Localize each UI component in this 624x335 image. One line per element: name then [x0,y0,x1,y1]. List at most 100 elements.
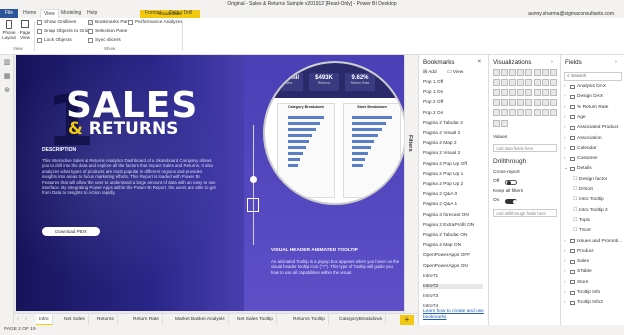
close-icon[interactable]: ✕ [477,59,482,65]
visual-type-icon[interactable] [549,78,557,86]
visual-type-icon[interactable] [533,78,541,86]
visual-type-icon[interactable] [525,68,533,76]
visual-type-icon[interactable] [508,109,516,117]
bookmark-item[interactable]: IntroT1 [423,274,438,279]
bookmark-item[interactable]: OpenPowerApps OFF [423,253,470,258]
bookmark-item[interactable]: Pagina 2 Visual 2 [423,151,460,156]
visual-type-icon[interactable] [541,78,549,86]
field-item[interactable]: › % Return Rate [564,105,608,110]
report-view-icon[interactable]: ▥ [3,59,11,67]
tab-format[interactable]: Format [142,9,164,18]
visual-type-icon[interactable] [517,88,525,96]
bookmark-item[interactable]: Pagina 2 Tabular 2 [423,121,463,126]
visual-type-icon[interactable] [525,78,533,86]
field-item[interactable]: › Associated Product [564,125,618,130]
visual-type-icon[interactable] [492,119,500,127]
field-item[interactable]: › Store [564,280,588,285]
learn-bookmarks-link[interactable]: Learn how to create and use bookmarks [423,309,485,320]
bookmark-item[interactable]: Pop 2 Off [423,100,443,105]
collapse-icon[interactable]: › [615,59,617,65]
visual-type-icon[interactable] [549,109,557,117]
visual-type-icon[interactable] [492,99,500,107]
bookmarks-pane-checkbox[interactable]: ✓ Bookmarks Pane [88,20,132,25]
visual-type-icon[interactable] [508,99,516,107]
fields-search-box[interactable]: ⌕ Search [564,72,622,81]
visual-type-icon[interactable] [492,109,500,117]
field-item[interactable]: › Sales [564,259,589,264]
visual-type-icon[interactable] [525,99,533,107]
visual-type-icon[interactable] [533,88,541,96]
download-pbix-button[interactable]: Download PBIX [42,227,100,236]
visual-type-icon[interactable] [517,68,525,76]
tab-modeling[interactable]: Modeling [58,9,84,18]
visual-type-icon[interactable] [549,88,557,96]
tooltip-icon-box[interactable] [247,198,259,212]
field-item[interactable]: ⌄ Details [564,166,592,171]
bookmark-item[interactable]: Pagina 2 Q&A 0 [423,192,457,197]
visual-type-icon[interactable] [541,88,549,96]
values-drop-field[interactable]: Add data fields here [493,144,557,152]
visual-type-icon[interactable] [508,78,516,86]
visual-type-icon[interactable] [525,88,533,96]
visual-type-icon[interactable] [500,88,508,96]
field-item[interactable]: › Customer [564,156,598,161]
add-bookmark-button[interactable]: ⊞ Add [423,70,437,75]
show-gridlines-checkbox[interactable]: Show Gridlines [37,20,76,25]
visual-type-icon[interactable] [517,78,525,86]
bookmark-item[interactable]: Pagina 2 Pop Up 1 [423,172,463,177]
field-item[interactable]: › Calendar [564,146,596,151]
field-item[interactable]: ☐ Design factor [573,177,607,182]
sync-slicers-checkbox[interactable]: Sync slicers [88,38,121,43]
tab-data-drill[interactable]: Data / Drill [166,9,195,18]
field-item[interactable]: › Analysis DAX [564,84,606,89]
field-item[interactable]: ☐ Topic [573,218,590,223]
collapse-icon[interactable]: › [551,59,553,65]
lock-objects-checkbox[interactable]: Lock Objects [37,38,72,43]
phone-layout-button[interactable]: Phone Layout [2,20,16,40]
bookmark-item[interactable]: Pagina 2 ExtraProfit ON [423,223,474,228]
field-item[interactable]: › Issues and Promoti... [564,239,622,244]
data-view-icon[interactable]: ▦ [3,73,11,81]
visual-type-icon[interactable] [500,68,508,76]
visual-type-icon[interactable] [541,68,549,76]
selection-pane-checkbox[interactable]: Selection Pane [88,29,127,34]
tab-help[interactable]: Help [84,9,100,18]
field-item[interactable]: › Tooltip Info2 [564,300,603,305]
visual-type-icon[interactable] [533,68,541,76]
field-item[interactable]: › Tooltip Info [564,290,600,295]
user-email[interactable]: aunny.sharma@sigmaconsultants.com [528,11,614,17]
filters-pane-collapsed[interactable]: Filters [404,55,418,313]
visual-type-icon[interactable] [500,78,508,86]
performance-analyzer-checkbox[interactable]: Performance Analyzer [128,20,182,25]
tab-view[interactable]: View [40,9,59,18]
field-item[interactable]: › Design DAX [564,94,603,99]
visual-type-icon[interactable] [492,88,500,96]
tab-file[interactable]: File [0,9,18,18]
keep-filters-toggle[interactable] [505,199,517,204]
bookmark-item[interactable]: Pagina 2 Tabular ON [423,233,467,238]
visual-type-icon[interactable] [508,88,516,96]
bookmark-item[interactable]: OpenPowerApps ON [423,264,468,269]
visual-type-icon[interactable] [500,109,508,117]
visual-type-icon[interactable] [541,99,549,107]
field-item[interactable]: › STable [564,269,592,274]
field-item[interactable]: › Association [564,136,602,141]
view-bookmark-button[interactable]: ▭ View [447,70,463,75]
visual-type-icon[interactable] [492,78,500,86]
visual-type-icon[interactable] [549,68,557,76]
page-view-button[interactable]: Page View [18,20,32,40]
snap-to-grid-checkbox[interactable]: Snap Objects to Grid [37,29,89,34]
visual-type-icon[interactable] [533,109,541,117]
visual-type-icon[interactable] [525,109,533,117]
bookmark-item[interactable]: Pagina 2 Pop Up 2 [423,182,463,187]
field-item[interactable]: ☐ Intro Tooltip [573,197,604,202]
bookmark-item[interactable]: Pagina 2 Map ON [423,243,461,248]
bookmark-item[interactable]: Pagina 2 Q&A 1 [423,202,457,207]
bookmark-item[interactable]: Pagina 2 Map 2 [423,141,457,146]
tab-home[interactable]: Home [20,9,39,18]
bookmark-item[interactable]: Pop 2 On [423,111,443,116]
field-item[interactable]: › Product [564,249,594,254]
field-item[interactable]: ☐ Intro Tooltip 2 [573,208,608,213]
field-item[interactable]: ☐ DrSort [573,187,593,192]
visual-type-icon[interactable] [492,68,500,76]
